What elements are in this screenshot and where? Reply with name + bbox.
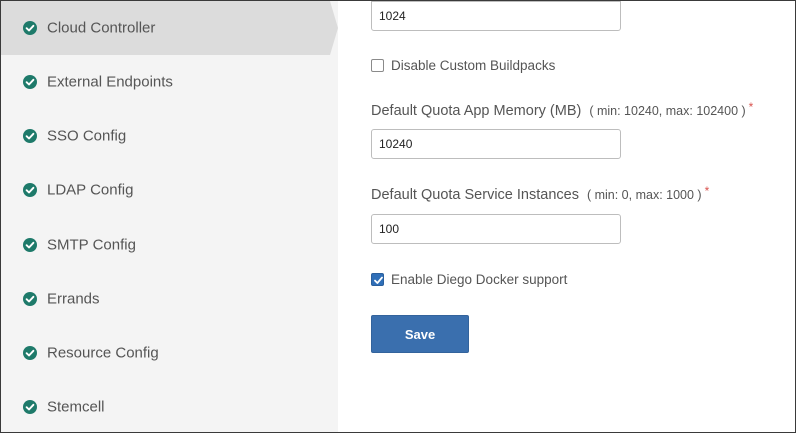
check-circle-icon — [23, 238, 37, 252]
sidebar-item-cloud-controller[interactable]: Cloud Controller — [1, 1, 338, 55]
sidebar-item-smtp-config[interactable]: SMTP Config — [1, 218, 338, 272]
app-memory-label: Default Quota App Memory (MB) ( min: 1024… — [371, 100, 754, 119]
disable-custom-buildpacks-label: Disable Custom Buildpacks — [391, 58, 556, 73]
sidebar-item-label: Stemcell — [47, 398, 105, 416]
checkmark-icon — [374, 276, 383, 284]
check-circle-icon — [23, 21, 37, 35]
top-numeric-field[interactable]: 1024 — [371, 1, 621, 31]
app-memory-label-text: Default Quota App Memory (MB) — [371, 103, 582, 119]
diego-docker-label: Enable Diego Docker support — [391, 272, 568, 287]
sidebar-item-stemcell[interactable]: Stemcell — [1, 380, 338, 433]
disable-custom-buildpacks-row[interactable]: Disable Custom Buildpacks — [371, 58, 555, 73]
sidebar-item-sso-config[interactable]: SSO Config — [1, 109, 338, 163]
required-marker: * — [704, 184, 710, 198]
diego-docker-row[interactable]: Enable Diego Docker support — [371, 272, 567, 287]
sidebar-item-resource-config[interactable]: Resource Config — [1, 326, 338, 380]
app-memory-input[interactable]: 10240 — [371, 129, 621, 159]
form-panel: 1024 Disable Custom Buildpacks Default Q… — [339, 1, 795, 432]
check-circle-icon — [23, 129, 37, 143]
service-instances-label: Default Quota Service Instances ( min: 0,… — [371, 184, 710, 203]
sidebar-item-label: Resource Config — [47, 344, 159, 362]
service-instances-input[interactable]: 100 — [371, 214, 621, 244]
diego-docker-checkbox[interactable] — [371, 273, 384, 286]
sidebar-item-label: LDAP Config — [47, 181, 134, 199]
sidebar-item-label: SSO Config — [47, 127, 127, 145]
check-circle-icon — [23, 75, 37, 89]
sidebar-item-external-endpoints[interactable]: External Endpoints — [1, 55, 338, 109]
check-circle-icon — [23, 292, 37, 306]
service-instances-range: ( min: 0, max: 1000 ) — [586, 188, 702, 202]
check-circle-icon — [23, 400, 37, 414]
service-instances-label-text: Default Quota Service Instances — [371, 187, 579, 203]
sidebar-item-label: SMTP Config — [47, 236, 136, 254]
sidebar-item-label: Errands — [47, 290, 100, 308]
sidebar-item-ldap-config[interactable]: LDAP Config — [1, 163, 338, 217]
save-button[interactable]: Save — [371, 315, 469, 353]
sidebar-item-label: Cloud Controller — [47, 19, 156, 37]
check-circle-icon — [23, 183, 37, 197]
check-circle-icon — [23, 346, 37, 360]
app-memory-range: ( min: 10240, max: 102400 ) — [589, 104, 746, 118]
disable-custom-buildpacks-checkbox[interactable] — [371, 59, 384, 72]
sidebar-item-label: External Endpoints — [47, 73, 173, 91]
sidebar-item-errands[interactable]: Errands — [1, 272, 338, 326]
required-marker: * — [748, 100, 754, 114]
sidebar: Cloud Controller External Endpoints SSO … — [1, 1, 338, 432]
